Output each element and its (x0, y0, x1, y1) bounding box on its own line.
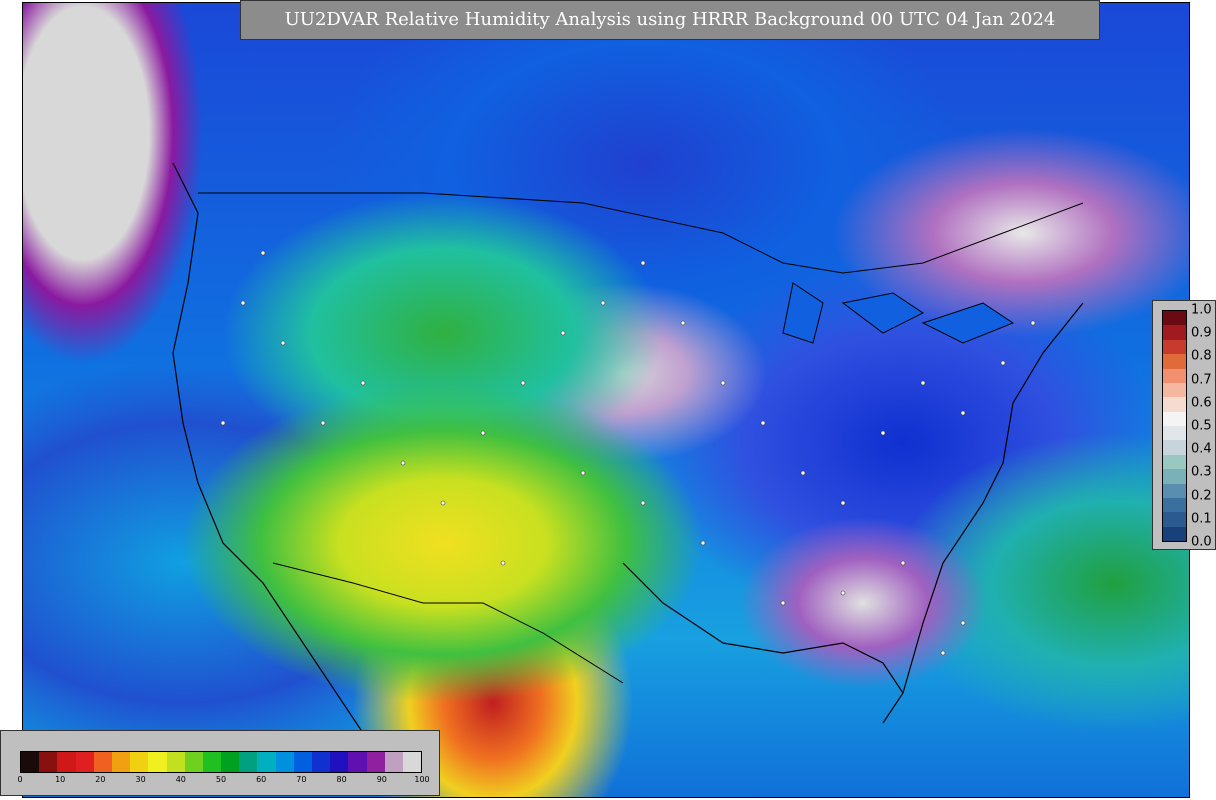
error-color-step (1163, 454, 1186, 470)
error-tick-label: 0.2 (1191, 488, 1212, 504)
error-color-step (1163, 512, 1186, 527)
us-east-coastline (882, 302, 1084, 724)
humidity-color-step (312, 752, 331, 772)
humidity-color-step (166, 752, 185, 772)
error-colorbar-gradient (1162, 310, 1187, 542)
humidity-tick-label: 30 (135, 775, 146, 784)
error-tick-label: 0.4 (1191, 441, 1212, 457)
error-tick-label: 0.3 (1191, 464, 1212, 480)
humidity-color-step (257, 752, 276, 772)
humidity-colorbar-gradient (20, 751, 422, 773)
error-color-step (1163, 440, 1186, 455)
humidity-tick-label: 80 (336, 775, 347, 784)
humidity-color-step (275, 752, 294, 772)
great-lakes (782, 282, 1015, 344)
humidity-color-step (75, 752, 94, 772)
humidity-tick-label: 60 (256, 775, 267, 784)
humidity-tick-label: 40 (175, 775, 186, 784)
humidity-color-step (39, 752, 58, 772)
error-tick-label: 0.1 (1191, 511, 1212, 527)
gulf-coastline (622, 562, 904, 694)
humidity-color-step (330, 752, 349, 772)
error-colorbar: 1.0 0.9 0.8 0.7 0.6 0.5 0.4 0.3 0.2 0.1 0.0 (1152, 300, 1216, 550)
us-west-coastline (172, 162, 384, 764)
error-tick-label: 0.6 (1191, 395, 1212, 411)
humidity-color-step (57, 752, 76, 772)
error-color-step (1163, 354, 1186, 369)
map-title: UU2DVAR Relative Humidity Analysis using… (240, 0, 1100, 40)
humidity-color-step (402, 752, 422, 772)
humidity-tick-label: 50 (215, 775, 227, 784)
error-tick-label: 0.9 (1191, 325, 1212, 341)
humidity-tick-label: 20 (95, 775, 106, 784)
canada-border (198, 192, 1084, 274)
error-color-step (1163, 526, 1186, 541)
humidity-colorbar: 0 10 20 30 40 50 60 70 80 90 100 (0, 730, 440, 796)
error-color-step (1163, 483, 1186, 498)
humidity-color-step (93, 752, 112, 772)
error-tick-label: 0.8 (1191, 348, 1212, 364)
humidity-tick-label: 10 (55, 775, 66, 784)
error-color-step (1163, 397, 1186, 412)
error-tick-label: 0.0 (1191, 534, 1212, 550)
humidity-color-step (21, 752, 40, 772)
error-color-step (1163, 311, 1186, 326)
error-color-step (1163, 339, 1186, 355)
humidity-color-step (366, 752, 385, 772)
error-tick-label: 0.7 (1191, 372, 1212, 388)
map-overlay (172, 162, 1084, 764)
humidity-tick-label: 0 (17, 775, 23, 784)
humidity-color-step (111, 752, 131, 772)
error-color-step (1163, 411, 1186, 426)
error-color-step (1163, 469, 1186, 484)
humidity-tick-label: 100 (414, 775, 430, 784)
humidity-colorbar-ticks: 0 10 20 30 40 50 60 70 80 90 100 (17, 775, 429, 791)
humidity-color-step (384, 752, 403, 772)
error-tick-label: 1.0 (1191, 302, 1212, 318)
error-color-step (1163, 497, 1186, 513)
humidity-color-step (130, 752, 149, 772)
error-color-step (1163, 368, 1186, 383)
humidity-color-step (348, 752, 367, 772)
mexico-border (272, 562, 624, 684)
error-tick-label: 0.5 (1191, 418, 1212, 434)
error-colorbar-ticks: 1.0 0.9 0.8 0.7 0.6 0.5 0.4 0.3 0.2 0.1 0.0 (1191, 303, 1216, 550)
humidity-color-step (202, 752, 222, 772)
humidity-color-step (293, 752, 312, 772)
humidity-color-step (148, 752, 167, 772)
humidity-color-step (239, 752, 258, 772)
error-color-step (1163, 426, 1186, 441)
humidity-tick-label: 70 (296, 775, 307, 784)
humidity-color-step (221, 752, 240, 772)
error-color-step (1163, 325, 1186, 340)
humidity-color-step (184, 752, 203, 772)
humidity-tick-label: 90 (376, 775, 387, 784)
map-canvas[interactable] (22, 2, 1190, 798)
error-color-step (1163, 382, 1186, 398)
